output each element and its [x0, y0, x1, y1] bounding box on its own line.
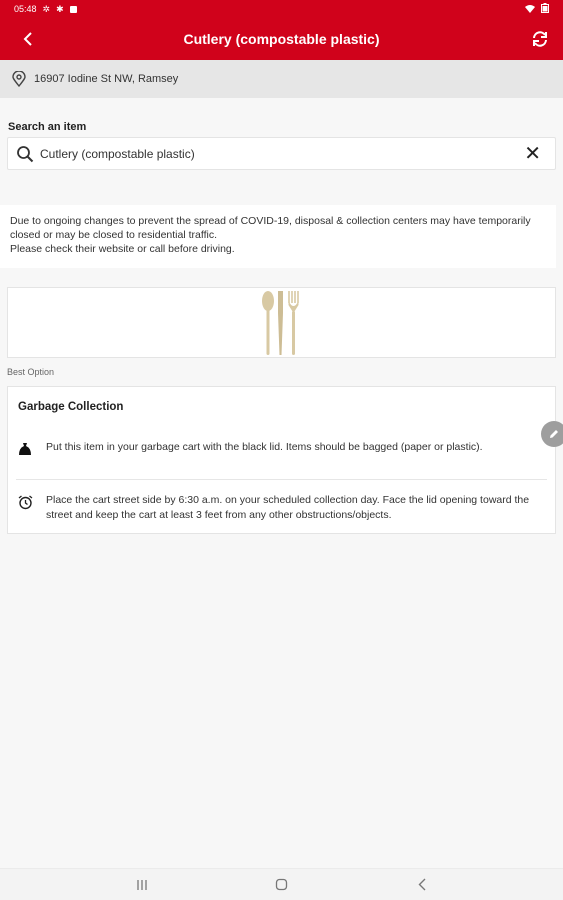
search-icon [16, 145, 34, 163]
app-bar: Cutlery (compostable plastic) [0, 18, 563, 60]
back-icon [418, 878, 425, 891]
step-divider [16, 479, 547, 480]
cutlery-image [261, 290, 299, 355]
search-box: ✕ [7, 137, 556, 170]
refresh-icon [533, 31, 547, 47]
home-icon [275, 878, 288, 891]
clear-search-button[interactable]: ✕ [518, 144, 547, 164]
recents-icon [136, 879, 147, 890]
page-title: Cutlery (compostable plastic) [183, 31, 380, 47]
alarm-clock-icon [18, 493, 40, 510]
option-step-text: Put this item in your garbage cart with … [46, 441, 483, 453]
location-pin-icon [12, 71, 26, 87]
battery-icon [541, 3, 549, 15]
covid-notice: Due to ongoing changes to prevent the sp… [0, 205, 556, 268]
pencil-icon [550, 430, 558, 438]
system-back-button[interactable] [407, 874, 437, 896]
best-option-label: Best Option [7, 367, 55, 377]
status-bar: 05:48 ✲ ✱ [0, 0, 563, 18]
location-bar[interactable]: 16907 Iodine St NW, Ramsey [0, 60, 563, 98]
notice-text: Due to ongoing changes to prevent the sp… [10, 215, 531, 241]
refresh-button[interactable] [527, 26, 553, 52]
option-step: Put this item in your garbage cart with … [8, 440, 555, 456]
notice-subtext: Please check their website or call befor… [10, 243, 235, 255]
option-step-text: Place the cart street side by 6:30 a.m. … [46, 494, 530, 521]
option-step: Place the cart street side by 6:30 a.m. … [8, 493, 555, 523]
garbage-bag-icon [18, 440, 40, 456]
disposal-option-card: Garbage Collection Put this item in your… [7, 386, 556, 534]
status-app-icon [69, 5, 77, 13]
option-title: Garbage Collection [18, 401, 124, 413]
location-address: 16907 Iodine St NW, Ramsey [34, 73, 179, 85]
system-nav-bar [0, 868, 563, 900]
item-image-card [7, 287, 556, 358]
status-time: 05:48 [14, 4, 37, 14]
search-input[interactable] [40, 146, 519, 161]
search-label: Search an item [8, 121, 87, 133]
status-gear-icon: ✲ [42, 3, 51, 14]
recents-button[interactable] [127, 874, 157, 896]
home-button[interactable] [267, 874, 297, 896]
back-button[interactable] [16, 26, 40, 52]
edit-floating-button[interactable] [541, 421, 563, 447]
wifi-icon [525, 4, 535, 15]
status-notification-icon: ✱ [56, 3, 64, 14]
chevron-left-icon [23, 32, 32, 46]
